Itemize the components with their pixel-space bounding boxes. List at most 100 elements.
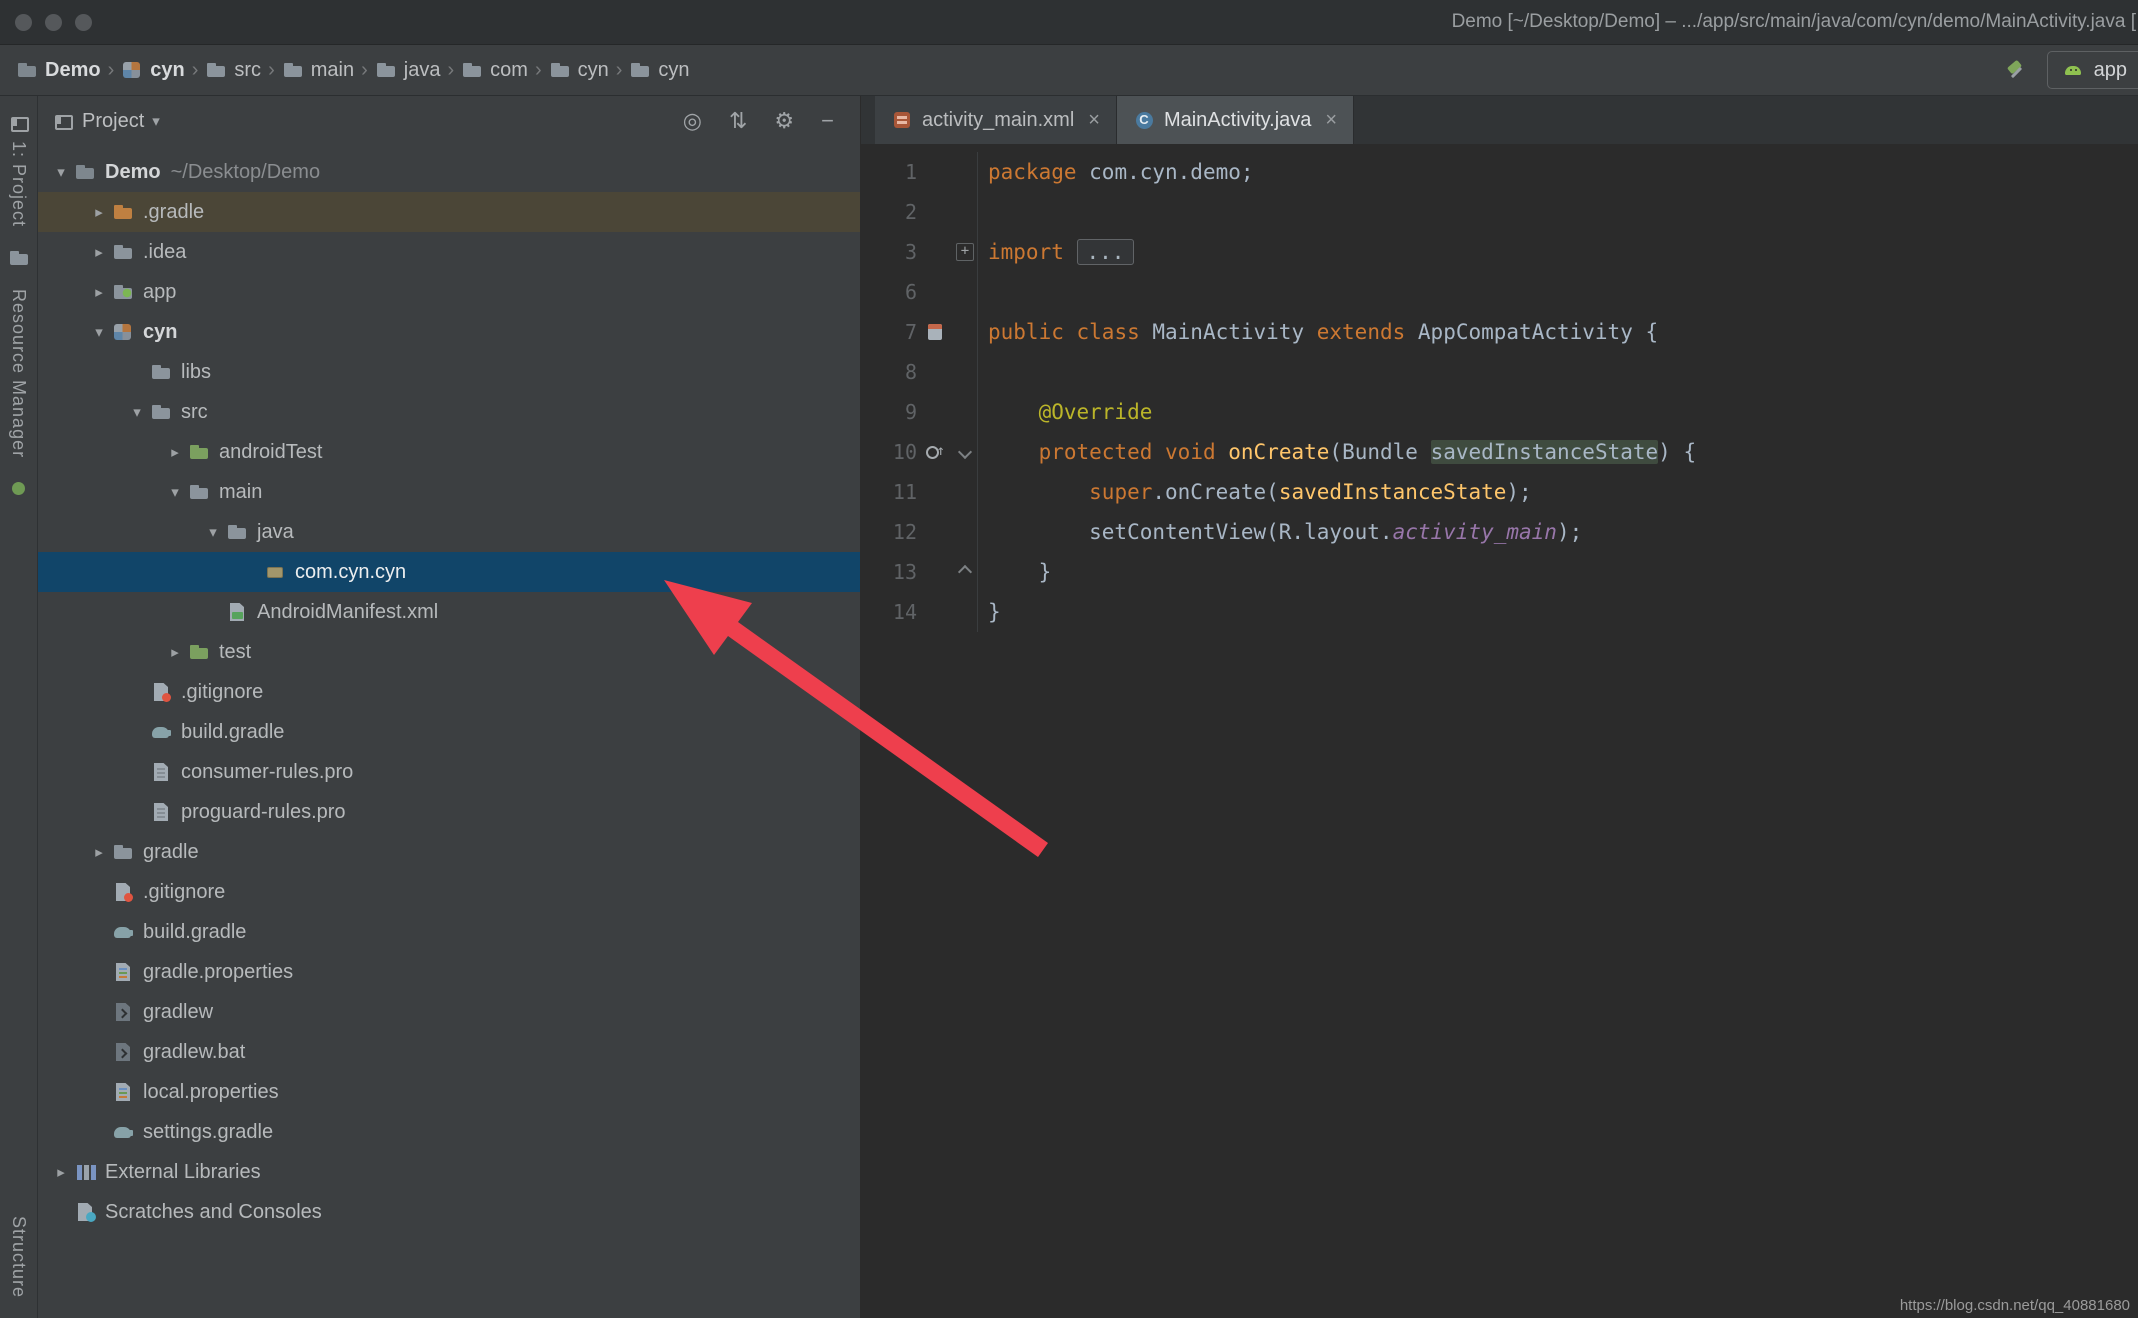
text-file-icon — [150, 801, 172, 823]
code-text: protected void onCreate(Bundle savedInst… — [977, 432, 2138, 472]
expand-arrow-icon[interactable]: ▸ — [48, 1163, 74, 1181]
tree-item-gradle[interactable]: ▸gradle — [38, 832, 860, 872]
tree-item-label: gradle.properties — [143, 961, 293, 984]
breadcrumb-item-java-4[interactable]: java — [375, 59, 441, 82]
tree-item-gitignore[interactable]: .gitignore — [38, 872, 860, 912]
gutter-icons[interactable] — [917, 432, 953, 472]
tree-item-cyn[interactable]: ▾cyn — [38, 312, 860, 352]
breadcrumb-item-cyn-6[interactable]: cyn — [549, 59, 609, 82]
close-tab-icon[interactable]: × — [1325, 109, 1337, 132]
code-editor[interactable]: 1package com.cyn.demo;23+import ...67pub… — [861, 144, 2138, 1318]
tree-item-androidmanifest-xml[interactable]: AndroidManifest.xml — [38, 592, 860, 632]
expand-arrow-icon[interactable]: ▾ — [124, 403, 150, 421]
fold-collapse-icon[interactable] — [958, 445, 972, 459]
expand-arrow-icon[interactable]: ▾ — [162, 483, 188, 501]
module-icon — [121, 59, 143, 81]
expand-arrow-icon[interactable]: ▾ — [86, 323, 112, 341]
tree-item-external-libraries[interactable]: ▸External Libraries — [38, 1152, 860, 1192]
script-file-icon — [112, 1041, 134, 1063]
tree-item-build-gradle[interactable]: build.gradle — [38, 712, 860, 752]
expand-arrow-icon[interactable]: ▸ — [86, 243, 112, 261]
tool-icon[interactable] — [8, 478, 30, 500]
tree-item-settings-gradle[interactable]: settings.gradle — [38, 1112, 860, 1152]
tree-item-gradlew-bat[interactable]: gradlew.bat — [38, 1032, 860, 1072]
tree-item-local-properties[interactable]: local.properties — [38, 1072, 860, 1112]
settings-gear-icon[interactable]: ⚙ — [774, 110, 794, 132]
breadcrumb-item-cyn-7[interactable]: cyn — [629, 59, 689, 82]
tree-item-com-cyn-cyn[interactable]: com.cyn.cyn — [38, 552, 860, 592]
breadcrumb-item-cyn-1[interactable]: cyn — [121, 59, 184, 82]
tree-item-androidtest[interactable]: ▸androidTest — [38, 432, 860, 472]
build-hammer-icon[interactable] — [2005, 59, 2027, 81]
tree-item-demo[interactable]: ▾Demo~/Desktop/Demo — [38, 152, 860, 192]
minimize-window-button[interactable] — [45, 14, 62, 31]
gutter-icons[interactable] — [917, 312, 953, 352]
close-window-button[interactable] — [15, 14, 32, 31]
tool-window-button-resource-manager[interactable]: Resource Manager — [8, 289, 29, 458]
tree-item-app[interactable]: ▸app — [38, 272, 860, 312]
locate-icon[interactable]: ◎ — [683, 110, 702, 132]
expand-arrow-icon[interactable]: ▸ — [162, 643, 188, 661]
tree-item-gitignore[interactable]: .gitignore — [38, 672, 860, 712]
tree-item-gradlew[interactable]: gradlew — [38, 992, 860, 1032]
code-token: ); — [1506, 480, 1531, 504]
project-panel-title[interactable]: Project — [82, 110, 144, 133]
editor-tab-mainactivity-java[interactable]: MainActivity.java× — [1117, 96, 1354, 144]
line-number: 7 — [861, 312, 917, 352]
tree-item-src[interactable]: ▾src — [38, 392, 860, 432]
expand-arrow-icon[interactable]: ▸ — [162, 443, 188, 461]
gradle-file-icon — [112, 1121, 134, 1143]
tree-item-main[interactable]: ▾main — [38, 472, 860, 512]
code-line: 10 protected void onCreate(Bundle savedI… — [861, 432, 2138, 472]
tree-item-label: gradlew — [143, 1001, 213, 1024]
tree-item-gradle-properties[interactable]: gradle.properties — [38, 952, 860, 992]
tree-item-consumer-rules-pro[interactable]: consumer-rules.pro — [38, 752, 860, 792]
breadcrumb-item-src-2[interactable]: src — [205, 59, 261, 82]
collapse-all-icon[interactable]: ⇅ — [729, 110, 747, 132]
code-token: (Bundle — [1329, 440, 1430, 464]
navigation-bar: Demo›cyn›src›main›java›com›cyn›cyn app — [0, 45, 2138, 96]
tree-item-idea[interactable]: ▸.idea — [38, 232, 860, 272]
tool-window-button-structure[interactable]: Structure — [8, 1216, 29, 1298]
tree-item-java[interactable]: ▾ java — [38, 512, 860, 552]
tree-item-libs[interactable]: libs — [38, 352, 860, 392]
run-configuration-selector[interactable]: app — [2047, 51, 2138, 89]
script-file-icon — [112, 1001, 134, 1023]
tree-item-proguard-rules-pro[interactable]: proguard-rules.pro — [38, 792, 860, 832]
folder-icon[interactable] — [8, 247, 30, 269]
libraries-icon — [74, 1161, 96, 1183]
expand-arrow-icon[interactable]: ▾ — [200, 523, 226, 541]
tree-item-gradle[interactable]: ▸.gradle — [38, 192, 860, 232]
zoom-window-button[interactable] — [75, 14, 92, 31]
scratches-icon — [74, 1201, 96, 1223]
tree-item-scratches-and-consoles[interactable]: Scratches and Consoles — [38, 1192, 860, 1232]
expand-arrow-icon[interactable]: ▸ — [86, 843, 112, 861]
expand-arrow-icon[interactable]: ▸ — [86, 283, 112, 301]
fold-end-icon[interactable] — [958, 565, 972, 579]
code-token: import — [988, 240, 1064, 264]
close-tab-icon[interactable]: × — [1088, 109, 1100, 132]
breadcrumb-item-demo-0[interactable]: Demo — [16, 59, 101, 82]
folder-icon — [112, 841, 134, 863]
editor-tab-activity-main-xml[interactable]: activity_main.xml× — [875, 96, 1117, 144]
tree-item-build-gradle[interactable]: build.gradle — [38, 912, 860, 952]
fold-expand-icon[interactable]: + — [956, 243, 974, 261]
code-token: } — [988, 600, 1001, 624]
watermark: https://blog.csdn.net/qq_40881680 — [1900, 1297, 2130, 1314]
chevron-down-icon[interactable]: ▾ — [152, 112, 160, 130]
code-token: super — [1089, 480, 1152, 504]
breadcrumb: Demo›cyn›src›main›java›com›cyn›cyn — [12, 59, 694, 82]
project-panel-header: Project ▾ ◎ ⇅ ⚙ − — [38, 96, 860, 146]
breadcrumb-item-com-5[interactable]: com — [461, 59, 528, 82]
tool-window-button-1-project[interactable]: 1: Project — [8, 112, 30, 227]
tree-item-test[interactable]: ▸test — [38, 632, 860, 672]
breadcrumb-separator: › — [108, 59, 115, 82]
fold-column — [953, 472, 977, 512]
tree-item-label: java — [257, 521, 294, 544]
hide-panel-icon[interactable]: − — [821, 110, 834, 132]
java-class-icon — [1133, 109, 1155, 131]
breadcrumb-item-main-3[interactable]: main — [282, 59, 354, 82]
expand-arrow-icon[interactable]: ▸ — [86, 203, 112, 221]
expand-arrow-icon[interactable]: ▾ — [48, 163, 74, 181]
code-token: MainActivity — [1140, 320, 1317, 344]
